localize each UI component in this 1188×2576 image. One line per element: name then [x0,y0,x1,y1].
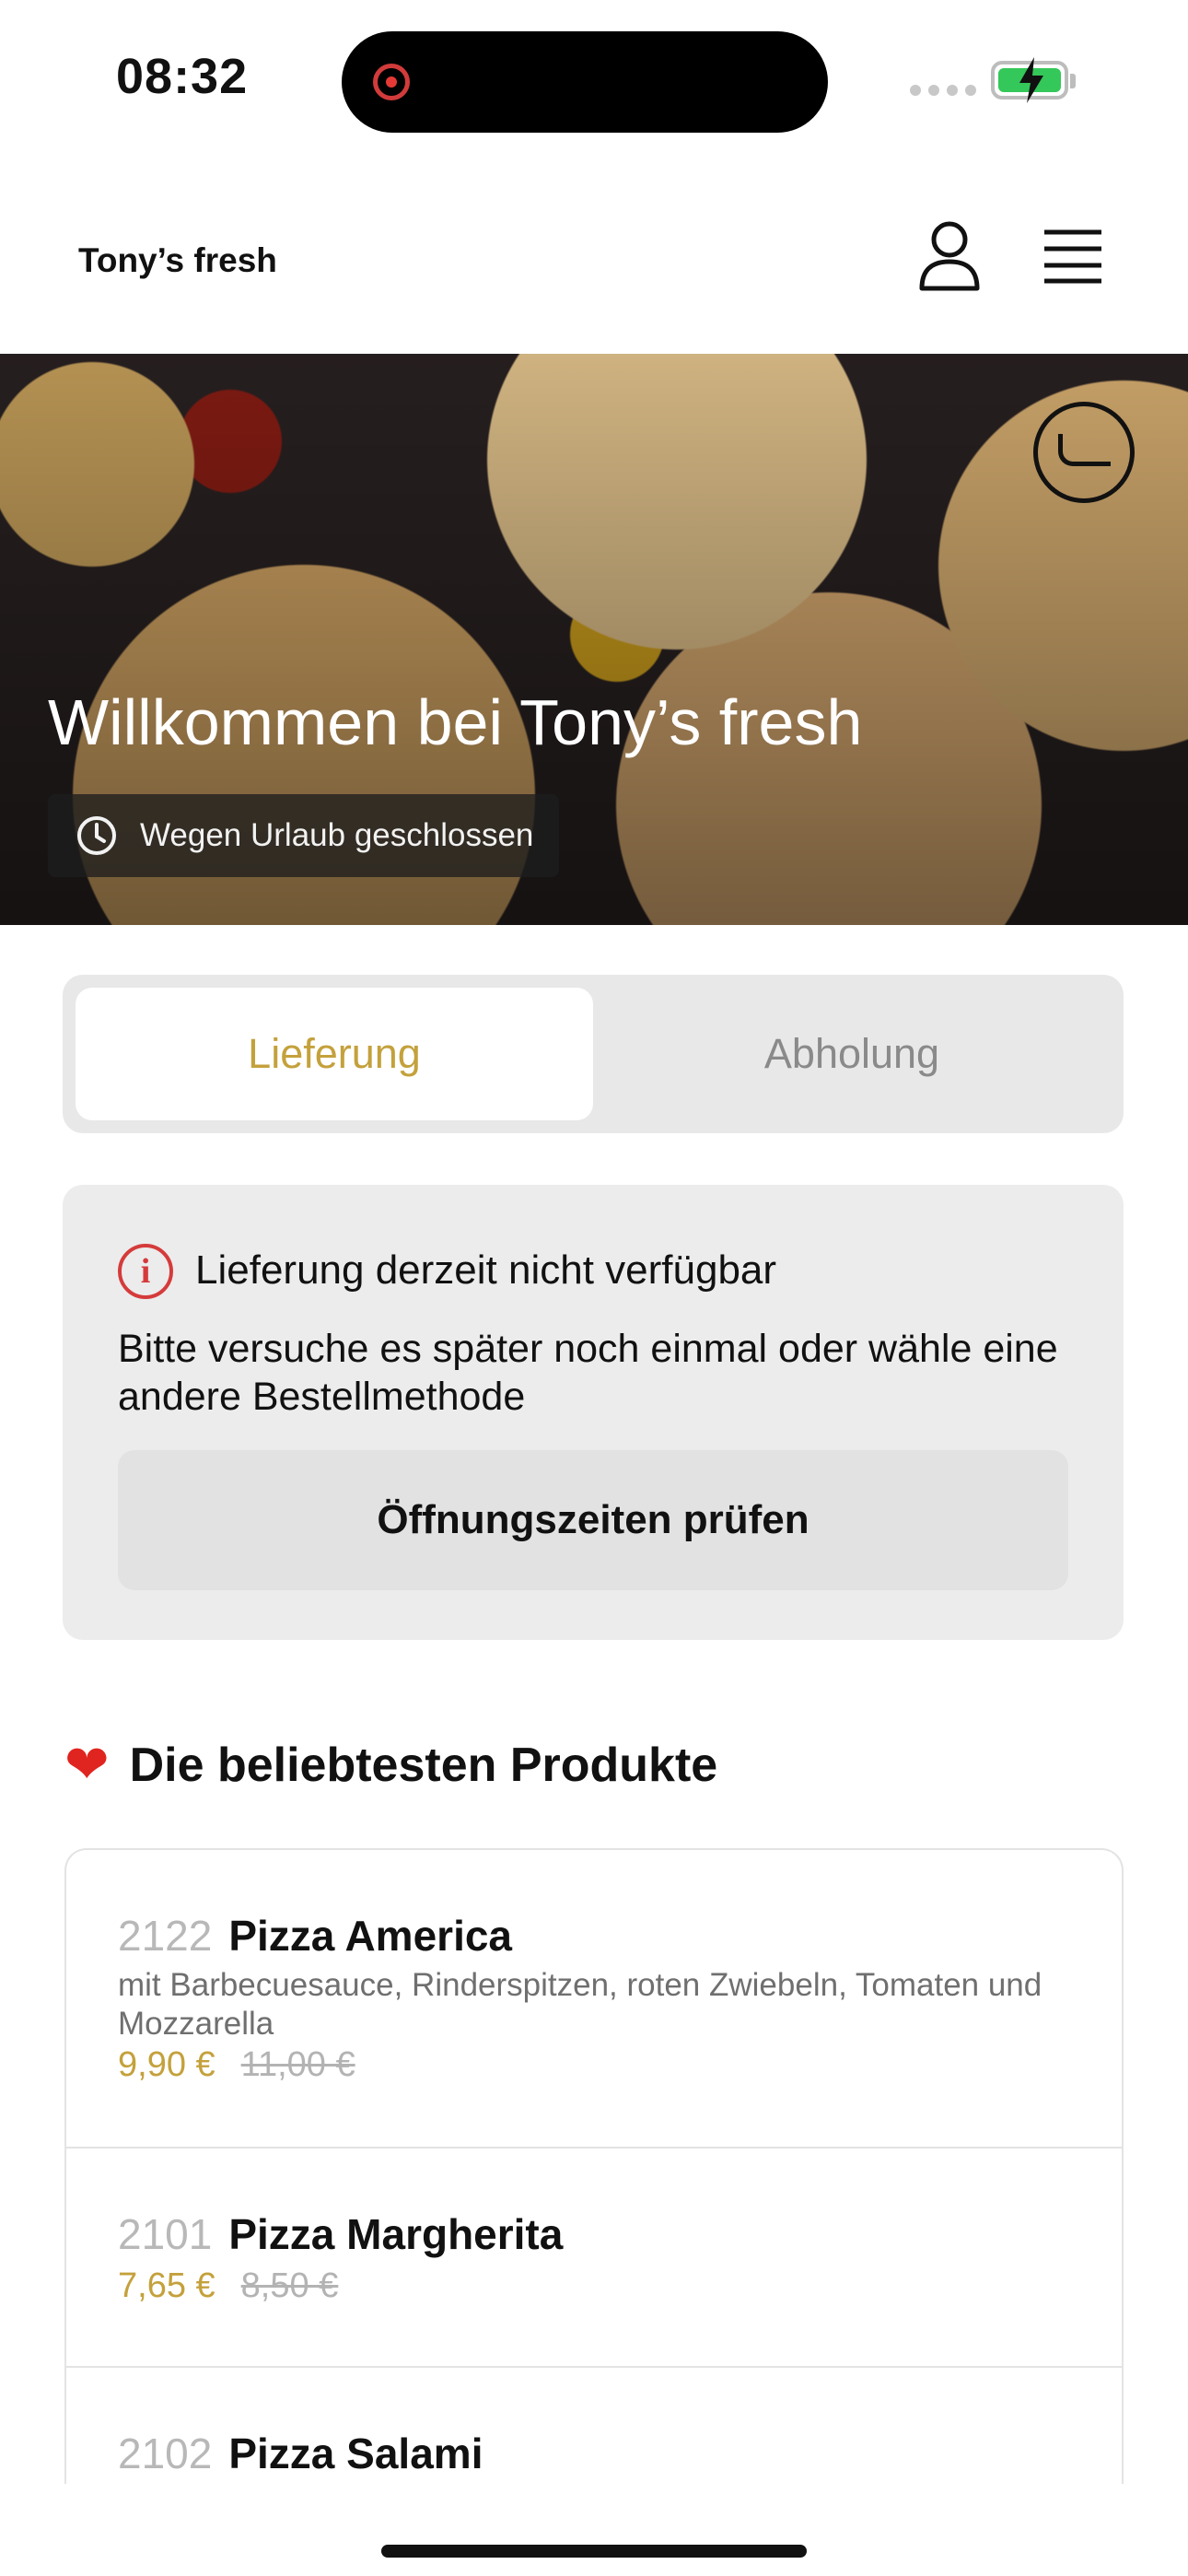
product-description: mit Barbecuesauce, Rinderspitzen, roten … [118,1967,1042,2042]
heart-icon: ❤ [64,1735,110,1795]
product-title: 2101 Pizza Margherita [118,2209,1070,2259]
product-item[interactable]: 2122 Pizza America mit Barbecuesauce, Rin… [66,1850,1122,2149]
menu-icon[interactable] [1042,228,1103,284]
tab-lieferung[interactable]: Lieferung [76,988,593,1120]
info-icon: i [118,1244,173,1299]
delivery-unavailable-alert: i Lieferung derzeit nicht verfügbar Bitt… [63,1185,1124,1640]
product-old-price: 8,50 € [240,2266,339,2305]
product-old-price: 11,00 € [240,2045,355,2084]
signal-icon [910,85,976,96]
product-name: Pizza Salami [228,2430,483,2477]
user-icon[interactable] [915,219,984,293]
dynamic-island [342,31,828,133]
product-item[interactable]: 2101 Pizza Margherita 7,65 € 8,50 € [66,2149,1122,2368]
product-number: 2101 [118,2210,213,2258]
tab-abholung[interactable]: Abholung [593,988,1111,1120]
status-time: 08:32 [116,49,249,104]
hero-banner: Willkommen bei Tony’s fresh Wegen Urlaub… [0,354,1188,925]
product-item[interactable]: 2102 Pizza Salami [66,2368,1122,2484]
product-number: 2122 [118,1912,213,1960]
store-status-badge: Wegen Urlaub geschlossen [48,794,560,877]
product-price: 7,65 € [118,2266,215,2305]
product-name: Pizza America [228,1912,513,1960]
battery-cap [1070,74,1076,88]
alert-title: Lieferung derzeit nicht verfügbar [195,1247,777,1293]
store-status-text: Wegen Urlaub geschlossen [140,817,534,853]
recording-icon [373,64,410,100]
product-list: 2122 Pizza America mit Barbecuesauce, Rin… [64,1848,1124,2484]
price-row: 7,65 € 8,50 € [118,2266,1070,2306]
popular-heading-text: Die beliebtesten Produkte [129,1739,718,1792]
alert-message: Bitte versuche es später noch einmal ode… [118,1327,1058,1419]
status-bar: 08:32 [0,0,1188,157]
brand-name[interactable]: Tony’s fresh [78,241,277,280]
price-row: 9,90 € 11,00 € [118,2045,1070,2085]
product-name: Pizza Margherita [228,2210,564,2258]
product-title: 2102 Pizza Salami [118,2429,1070,2478]
clock-icon [77,816,116,855]
home-indicator[interactable] [381,2545,807,2558]
check-hours-button[interactable]: Öffnungszeiten prüfen [118,1450,1068,1590]
product-title: 2122 Pizza America [118,1911,1070,1961]
product-number: 2102 [118,2430,213,2477]
halal-icon [1033,402,1135,503]
popular-products-heading: ❤ Die beliebtesten Produkte [64,1738,717,1793]
hero-title: Willkommen bei Tony’s fresh [48,686,863,758]
product-price: 9,90 € [118,2045,215,2084]
order-mode-toggle: Lieferung Abholung [63,975,1124,1133]
charging-icon [1019,57,1043,103]
app-header: Tony’s fresh [0,157,1188,354]
